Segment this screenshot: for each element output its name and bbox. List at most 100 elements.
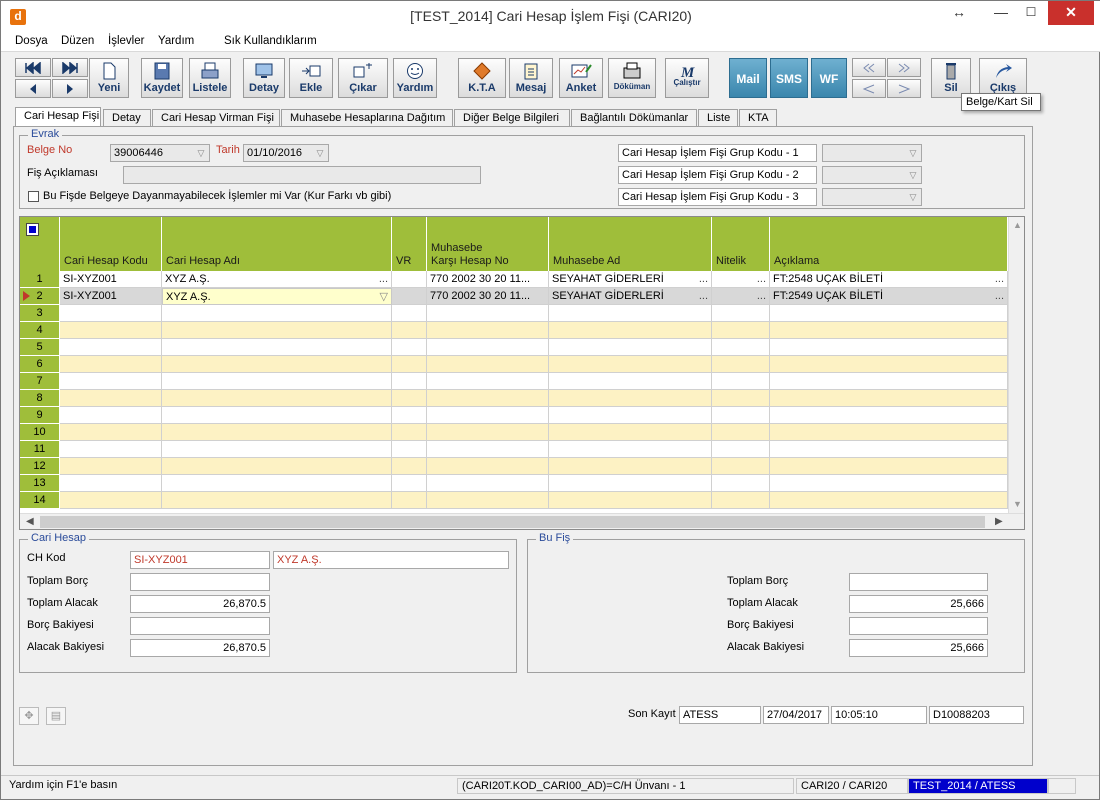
help-button[interactable]: Yardım	[393, 58, 437, 98]
tab-cari-hesap-fisi[interactable]: Cari Hesap Fişi	[15, 107, 101, 128]
cell-adi[interactable]	[162, 424, 392, 441]
cell-aciklama[interactable]	[770, 441, 1008, 458]
row-number[interactable]: 5	[20, 339, 60, 356]
cell-muh_ad[interactable]: SEYAHAT GİDERLERİ...	[549, 271, 712, 288]
cell-karsi[interactable]	[427, 441, 549, 458]
cell-kod[interactable]	[60, 424, 162, 441]
row-number[interactable]: 6	[20, 356, 60, 373]
col-header-kod[interactable]: Cari Hesap Kodu	[60, 217, 162, 271]
add-button[interactable]: Ekle	[289, 58, 333, 98]
row-number[interactable]: 4	[20, 322, 60, 339]
col-header-karsi-hesap[interactable]: Muhasebe Karşı Hesap No	[427, 217, 549, 271]
clipboard-button[interactable]: ▤	[46, 707, 66, 725]
cell-aciklama[interactable]	[770, 390, 1008, 407]
cell-aciklama[interactable]	[770, 424, 1008, 441]
grup-kodu-3-combo[interactable]: ▽	[822, 188, 922, 206]
cell-adi[interactable]	[162, 339, 392, 356]
cell-aciklama[interactable]	[770, 475, 1008, 492]
cell-vr[interactable]	[392, 339, 427, 356]
tab-muhasebe-dagitim[interactable]: Muhasebe Hesaplarına Dağıtım	[281, 109, 453, 127]
cell-karsi[interactable]: 770 2002 30 20 11...	[427, 271, 549, 288]
table-row[interactable]: 11	[20, 441, 1024, 458]
row-number[interactable]: 8	[20, 390, 60, 407]
kta-button[interactable]: K.T.A	[458, 58, 506, 98]
cell-nitelik[interactable]: ...	[712, 271, 770, 288]
table-row[interactable]: 2 SI-XYZ001 XYZ A.Ş. ▽ 770 2002 30 20 11... S…	[20, 288, 1024, 305]
ellipsis-icon[interactable]: ...	[757, 271, 766, 287]
cell-vr[interactable]	[392, 458, 427, 475]
cell-kod[interactable]	[60, 390, 162, 407]
menu-yardim[interactable]: Yardım	[158, 35, 194, 47]
grup-kodu-1-combo[interactable]: ▽	[822, 144, 922, 162]
cell-vr[interactable]	[392, 407, 427, 424]
cell-vr[interactable]	[392, 390, 427, 407]
cell-nitelik[interactable]	[712, 407, 770, 424]
table-row[interactable]: 4	[20, 322, 1024, 339]
row-number[interactable]: 14	[20, 492, 60, 509]
cell-nitelik[interactable]	[712, 373, 770, 390]
ch-ad-field[interactable]: XYZ A.Ş.	[273, 551, 509, 569]
table-row[interactable]: 3	[20, 305, 1024, 322]
cell-nitelik[interactable]	[712, 441, 770, 458]
cell-adi[interactable]	[162, 390, 392, 407]
col-header-nitelik[interactable]: Nitelik	[712, 217, 770, 271]
col-header-adi[interactable]: Cari Hesap Adı	[162, 217, 392, 271]
cell-kod[interactable]	[60, 373, 162, 390]
scroll-thumb[interactable]	[40, 516, 985, 528]
cell-karsi[interactable]	[427, 390, 549, 407]
kur-farki-checkbox[interactable]	[28, 191, 39, 202]
last-record-button[interactable]	[52, 58, 88, 77]
nav-up-left-button[interactable]	[852, 58, 886, 77]
cell-karsi[interactable]	[427, 492, 549, 509]
remove-button[interactable]: Çıkar	[338, 58, 388, 98]
table-row[interactable]: 1 SI-XYZ001 XYZ A.Ş.... 770 2002 30 20 11..…	[20, 271, 1024, 288]
run-button[interactable]: M Çalıştır	[665, 58, 709, 98]
menu-duzen[interactable]: Düzen	[61, 35, 94, 47]
cell-nitelik[interactable]	[712, 356, 770, 373]
cell-vr[interactable]	[392, 373, 427, 390]
cell-kod[interactable]	[60, 322, 162, 339]
cell-vr[interactable]	[392, 475, 427, 492]
save-button[interactable]: Kaydet	[141, 58, 183, 98]
cell-muh_ad[interactable]	[549, 373, 712, 390]
cell-kod[interactable]	[60, 441, 162, 458]
table-row[interactable]: 14	[20, 492, 1024, 509]
cell-kod[interactable]	[60, 492, 162, 509]
scroll-up-icon[interactable]: ▲	[1013, 220, 1022, 230]
cell-adi[interactable]	[162, 492, 392, 509]
chevron-down-icon[interactable]: ▽	[380, 289, 388, 304]
menu-dosya[interactable]: Dosya	[15, 35, 48, 47]
vertical-scrollbar[interactable]: ▲ ▼	[1008, 217, 1024, 513]
ellipsis-icon[interactable]: ...	[995, 271, 1004, 287]
row-number[interactable]: 3	[20, 305, 60, 322]
table-row[interactable]: 7	[20, 373, 1024, 390]
cell-aciklama[interactable]	[770, 492, 1008, 509]
horizontal-scrollbar[interactable]: ◀ ▶	[20, 513, 1024, 529]
cell-aciklama[interactable]: FT:2549 UÇAK BİLETİ...	[770, 288, 1008, 305]
sms-button[interactable]: SMS	[770, 58, 808, 98]
col-header-vr[interactable]: VR	[392, 217, 427, 271]
cell-karsi[interactable]	[427, 407, 549, 424]
cell-muh_ad[interactable]	[549, 475, 712, 492]
new-button[interactable]: Yeni	[89, 58, 129, 98]
table-row[interactable]: 9	[20, 407, 1024, 424]
cell-nitelik[interactable]	[712, 458, 770, 475]
message-button[interactable]: Mesaj	[509, 58, 553, 98]
cell-nitelik[interactable]	[712, 322, 770, 339]
cell-nitelik[interactable]	[712, 305, 770, 322]
table-row[interactable]: 5	[20, 339, 1024, 356]
cell-adi[interactable]	[162, 441, 392, 458]
cell-adi[interactable]	[162, 305, 392, 322]
move-button[interactable]: ✥	[19, 707, 39, 725]
cell-adi[interactable]	[162, 373, 392, 390]
cell-karsi[interactable]	[427, 475, 549, 492]
menu-sik-kullandiklarim[interactable]: Sık Kullandıklarım	[224, 35, 317, 47]
cell-vr[interactable]	[392, 424, 427, 441]
cell-kod[interactable]	[60, 305, 162, 322]
cell-muh_ad[interactable]	[549, 441, 712, 458]
tab-baglantili-dokumanlar[interactable]: Bağlantılı Dökümanlar	[571, 109, 697, 127]
cell-kod[interactable]	[60, 356, 162, 373]
cell-nitelik[interactable]	[712, 492, 770, 509]
cell-nitelik[interactable]	[712, 424, 770, 441]
tab-detay[interactable]: Detay	[103, 109, 151, 127]
